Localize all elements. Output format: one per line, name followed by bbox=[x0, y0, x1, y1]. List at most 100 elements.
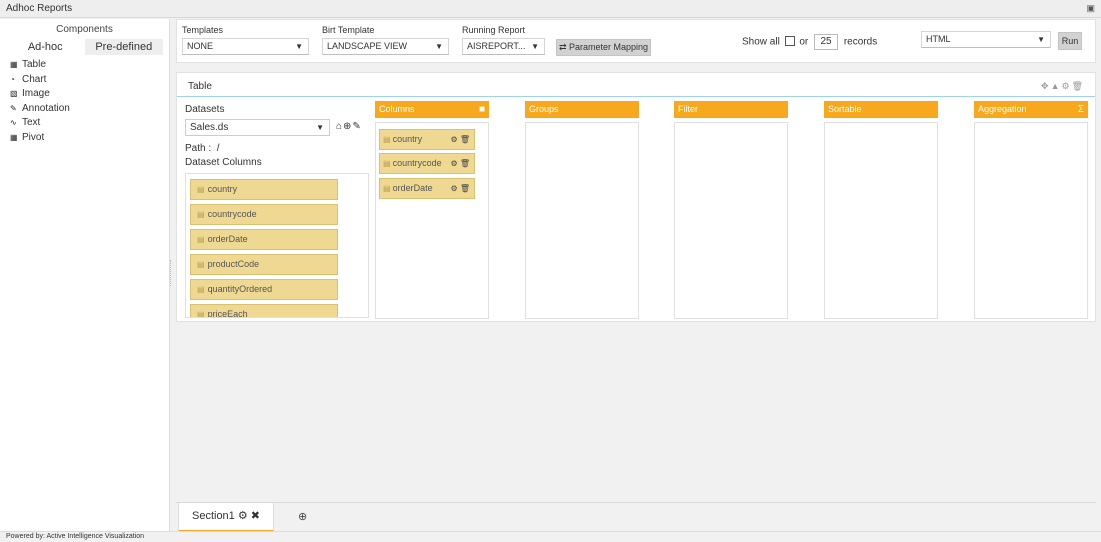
section-tab-label: Section1 bbox=[191, 510, 235, 522]
running-report-label: Running Report bbox=[462, 25, 526, 35]
dataset-column-item[interactable]: ▤ country bbox=[190, 179, 338, 200]
chevron-down-icon: ▼ bbox=[295, 42, 303, 51]
title-bar: Adhoc Reports ▣ bbox=[0, 0, 1101, 18]
aggregation-dropzone[interactable] bbox=[974, 122, 1088, 319]
component-image[interactable]: ▧ Image bbox=[0, 87, 169, 102]
birt-template-label: Birt Template bbox=[322, 25, 375, 35]
dataset-column-item[interactable]: ▤ orderDate bbox=[190, 229, 338, 250]
gear-icon[interactable]: ⚙ bbox=[1061, 81, 1071, 91]
column-item[interactable]: ▤ country ⚙ 🗑 bbox=[379, 129, 475, 150]
column-actions[interactable]: ⚙ 🗑 bbox=[450, 154, 470, 173]
column-icon: ▤ bbox=[197, 285, 205, 294]
dataset-column-item[interactable]: ▤ quantityOrdered bbox=[190, 279, 338, 300]
path-value: / bbox=[216, 143, 220, 154]
birt-template-value: LANDSCAPE VIEW bbox=[327, 41, 408, 51]
table-panel-header: Table ✥▲⚙🗑 bbox=[177, 73, 1095, 97]
column-icon: ▤ bbox=[197, 185, 205, 194]
component-label: Text bbox=[22, 117, 41, 128]
component-label: Image bbox=[22, 88, 50, 99]
column-icon: ▤ bbox=[383, 184, 391, 193]
groups-header: Groups bbox=[525, 101, 639, 118]
component-chart[interactable]: ◔ Chart bbox=[0, 73, 169, 88]
footer: Powered by: Active Intelligence Visualiz… bbox=[0, 531, 1101, 542]
records-count-input[interactable]: 25 bbox=[814, 34, 839, 50]
component-text[interactable]: ∿ Text bbox=[0, 116, 169, 131]
dataset-value: Sales.ds bbox=[190, 122, 229, 133]
column-icon: ▤ bbox=[197, 310, 205, 318]
trash-icon[interactable]: 🗑 bbox=[1072, 81, 1085, 91]
add-section-icon[interactable]: ⊕ bbox=[298, 510, 307, 523]
table-component-panel: Table ✥▲⚙🗑 Datasets Sales.ds ▼ ⌂⊕✎ Path … bbox=[176, 72, 1096, 322]
chevron-down-icon: ▼ bbox=[1037, 35, 1045, 44]
move-icon[interactable]: ✥ bbox=[1041, 81, 1051, 91]
dataset-column-item[interactable]: ▤ productCode bbox=[190, 254, 338, 275]
gear-icon[interactable]: ⚙ bbox=[238, 510, 248, 522]
dataset-column-item[interactable]: ▤ countrycode bbox=[190, 204, 338, 225]
square-icon: ■ bbox=[478, 104, 485, 115]
component-label: Table bbox=[22, 59, 46, 70]
pivot-icon: ▦ bbox=[10, 132, 18, 142]
dataset-column-item[interactable]: ▤ priceEach bbox=[190, 304, 338, 318]
section-tabs-bar: Section1 ⚙ ✖ ⊕ bbox=[176, 502, 1096, 532]
column-icon: ▤ bbox=[197, 210, 205, 219]
image-icon: ▧ bbox=[10, 89, 18, 98]
column-icon: ▤ bbox=[383, 135, 391, 144]
column-icon: ▤ bbox=[383, 159, 391, 168]
running-report-value: AISREPORT... bbox=[467, 41, 526, 51]
columns-dropzone[interactable]: ▤ country ⚙ 🗑 ▤ countrycode ⚙ 🗑 ▤ orderDate ⚙ … bbox=[375, 122, 489, 319]
edit-icon[interactable]: ✎ bbox=[352, 121, 361, 132]
save-icon[interactable]: ▣ bbox=[1086, 3, 1095, 14]
column-icon: ▤ bbox=[197, 235, 205, 244]
run-button[interactable]: Run bbox=[1058, 32, 1082, 50]
show-all-group: Show all or 25 records bbox=[742, 34, 877, 50]
tab-ad-hoc[interactable]: Ad-hoc bbox=[6, 39, 85, 55]
table-panel-title: Table bbox=[188, 81, 212, 92]
section-tab[interactable]: Section1 ⚙ ✖ bbox=[178, 503, 274, 532]
close-icon[interactable]: ✖ bbox=[251, 510, 260, 522]
component-tabs: Ad-hoc Pre-defined bbox=[6, 39, 163, 55]
sortable-header: Sortable bbox=[824, 101, 938, 118]
swap-arrows-icon: ⇄ bbox=[558, 42, 567, 52]
column-item[interactable]: ▤ orderDate ⚙ 🗑 bbox=[379, 178, 475, 199]
powered-by-text: Powered by: Active Intelligence Visualiz… bbox=[6, 533, 145, 540]
dataset-actions: ⌂⊕✎ bbox=[336, 121, 362, 132]
sortable-dropzone[interactable] bbox=[824, 122, 938, 319]
birt-template-select[interactable]: LANDSCAPE VIEW ▼ bbox=[322, 38, 449, 55]
parameter-mapping-button[interactable]: ⇄ Parameter Mapping bbox=[556, 39, 651, 56]
output-format-value: HTML bbox=[926, 34, 951, 44]
component-table[interactable]: ▦ Table bbox=[0, 58, 169, 73]
dataset-select[interactable]: Sales.ds ▼ bbox=[185, 119, 330, 136]
output-format-select[interactable]: HTML ▼ bbox=[921, 31, 1051, 48]
table-icon: ▦ bbox=[10, 60, 18, 69]
component-list: ▦ Table ◔ Chart ▧ Image ✎ Annotation ∿ Text ▦… bbox=[0, 58, 169, 145]
column-actions[interactable]: ⚙ 🗑 bbox=[450, 179, 470, 198]
templates-label: Templates bbox=[182, 25, 224, 35]
component-pivot[interactable]: ▦ Pivot bbox=[0, 131, 169, 146]
templates-select[interactable]: NONE ▼ bbox=[182, 38, 309, 55]
filter-header: Filter bbox=[674, 101, 788, 118]
collapse-icon[interactable]: ▲ bbox=[1051, 81, 1062, 91]
records-label: records bbox=[843, 36, 878, 48]
panel-tools: ✥▲⚙🗑 bbox=[1041, 81, 1085, 92]
parameter-mapping-label: Parameter Mapping bbox=[569, 42, 649, 52]
column-item[interactable]: ▤ countrycode ⚙ 🗑 bbox=[379, 153, 475, 174]
groups-dropzone[interactable] bbox=[525, 122, 639, 319]
component-label: Chart bbox=[22, 73, 47, 85]
filter-dropzone[interactable] bbox=[674, 122, 788, 319]
tab-pre-defined[interactable]: Pre-defined bbox=[84, 39, 163, 55]
component-label: Annotation bbox=[22, 102, 70, 114]
chevron-down-icon: ▼ bbox=[435, 42, 443, 51]
pencil-icon: ✎ bbox=[10, 103, 17, 113]
templates-value: NONE bbox=[187, 41, 214, 51]
show-all-checkbox[interactable] bbox=[784, 35, 795, 46]
home-icon[interactable]: ⌂ bbox=[336, 121, 343, 132]
component-annotation[interactable]: ✎ Annotation bbox=[0, 102, 169, 117]
running-report-select[interactable]: AISREPORT... ▼ bbox=[462, 38, 545, 55]
column-icon: ▤ bbox=[197, 260, 205, 269]
datasets-label: Datasets bbox=[185, 104, 225, 115]
chevron-down-icon: ▼ bbox=[531, 42, 539, 51]
dataset-columns-list: ▤ country ▤ countrycode ▤ orderDate ▤ produc… bbox=[185, 173, 369, 318]
or-label: or bbox=[799, 36, 809, 48]
column-actions[interactable]: ⚙ 🗑 bbox=[450, 130, 470, 149]
text-icon: ∿ bbox=[10, 118, 17, 127]
